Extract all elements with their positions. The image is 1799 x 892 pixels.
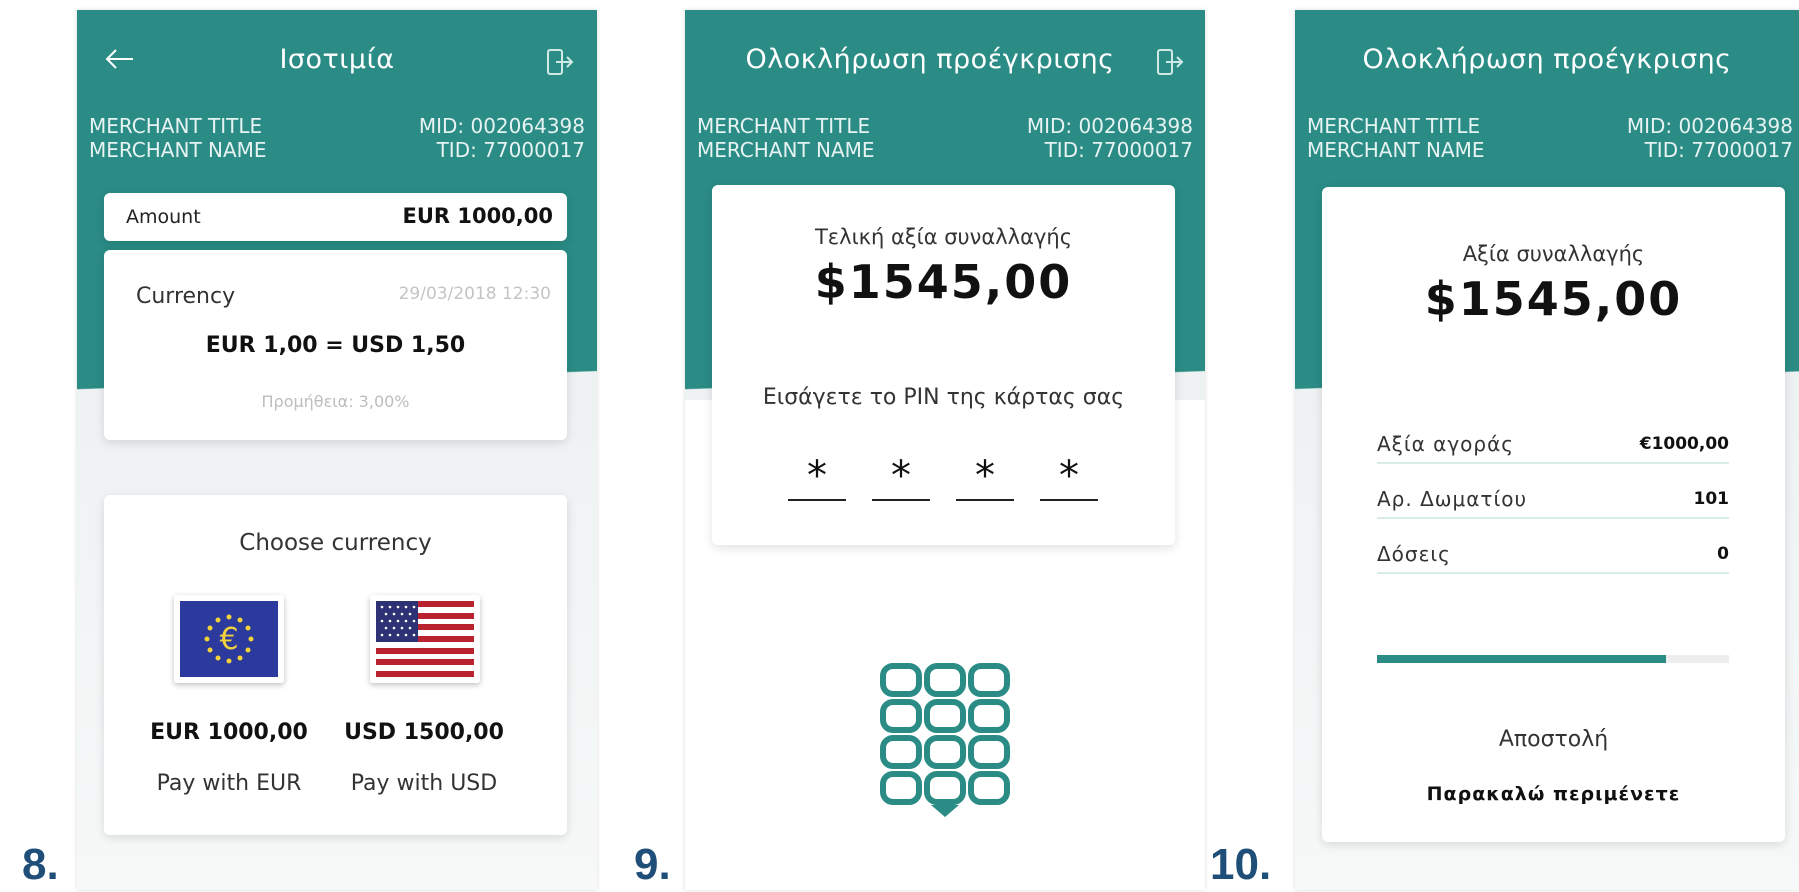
summary-row-label: Αξία αγοράς [1377,432,1515,456]
final-amount: $1545,00 [814,255,1073,309]
exit-icon[interactable] [1153,46,1185,78]
amount-card: Amount EUR 1000,00 [104,193,567,241]
merchant-mid: MID: 002064398 [1026,114,1193,138]
eu-flag-icon[interactable]: € [174,595,284,683]
choose-currency-card: Choose currency € EUR 1000,00 Pay with E… [104,495,567,835]
transaction-amount-caption: Αξία συναλλαγής [1462,242,1645,266]
page-title: Ολοκλήρωση προέγκρισης [745,44,1115,75]
summary-row-installments: Δόσεις 0 [1377,542,1729,574]
pin-digit-4[interactable]: * [1040,453,1098,501]
pin-digit-2[interactable]: * [872,453,930,501]
pin-keypad-icon [880,663,1010,817]
merchant-name: MERCHANT NAME [89,138,267,162]
merchant-title: MERCHANT TITLE [697,114,871,138]
merchant-name: MERCHANT NAME [1307,138,1485,162]
final-amount-caption: Τελική αξία συναλλαγής [814,225,1073,249]
screen-enter-pin: Ολοκλήρωση προέγκρισης MERCHANT TITLE ME… [685,10,1205,890]
eur-amount: EUR 1000,00 [150,720,308,745]
amount-label: Amount [126,206,201,228]
screen-exchange-rate: Ισοτιμία MERCHANT TITLE MERCHANT NAME MI… [77,10,597,890]
pin-digit-1[interactable]: * [788,453,846,501]
choose-currency-title: Choose currency [239,530,432,556]
step-number-10: 10. [1210,840,1272,889]
svg-text:€: € [219,622,238,657]
currency-date: 29/03/2018 12:30 [398,284,551,304]
progress-bar [1377,655,1729,663]
progress-fill [1377,655,1666,663]
step-number-9: 9. [634,840,671,889]
exchange-rate: EUR 1,00 = USD 1,50 [205,333,466,358]
summary-row-label: Δόσεις [1377,542,1451,566]
pin-prompt: Εισάγετε το PIN της κάρτας σας [762,385,1125,410]
pay-with-usd-label: Pay with USD [350,771,498,796]
summary-row-purchase: Αξία αγοράς €1000,00 [1377,432,1729,464]
page-title: Ολοκλήρωση προέγκρισης [1362,44,1732,75]
merchant-mid: MID: 002064398 [418,114,585,138]
summary-row-value: 0 [1717,544,1729,564]
currency-label: Currency [136,284,236,309]
transaction-amount: $1545,00 [1424,272,1683,326]
summary-row-label: Αρ. Δωματίου [1377,487,1528,511]
amount-value: EUR 1000,00 [402,204,553,228]
please-wait-text: Παρακαλώ περιμένετε [1426,783,1681,805]
currency-card: Currency 29/03/2018 12:30 EUR 1,00 = USD… [104,250,567,440]
us-flag-icon[interactable] [370,595,480,683]
page-title: Ισοτιμία [279,44,395,75]
merchant-mid: MID: 002064398 [1626,114,1793,138]
merchant-tid: TID: 77000017 [1644,138,1793,162]
exit-icon[interactable] [543,46,575,78]
merchant-title: MERCHANT TITLE [89,114,263,138]
merchant-name: MERCHANT NAME [697,138,875,162]
pin-entry-card: Τελική αξία συναλλαγής $1545,00 Εισάγετε… [712,185,1175,545]
sending-status: Αποστολή [1498,727,1609,752]
transaction-summary-card: Αξία συναλλαγής $1545,00 Αξία αγοράς €10… [1322,187,1785,842]
screen-sending: Ολοκλήρωση προέγκρισης MERCHANT TITLE ME… [1295,10,1799,890]
usd-amount: USD 1500,00 [344,720,504,745]
merchant-tid: TID: 77000017 [436,138,585,162]
merchant-title: MERCHANT TITLE [1307,114,1481,138]
pin-digit-3[interactable]: * [956,453,1014,501]
summary-row-room: Αρ. Δωματίου 101 [1377,487,1729,519]
summary-row-value: 101 [1693,489,1730,509]
step-number-8: 8. [22,840,59,889]
summary-row-value: €1000,00 [1639,434,1729,454]
merchant-tid: TID: 77000017 [1044,138,1193,162]
commission-fee: Προμήθεια: 3,00% [261,392,410,411]
pay-with-eur-label: Pay with EUR [156,771,302,796]
